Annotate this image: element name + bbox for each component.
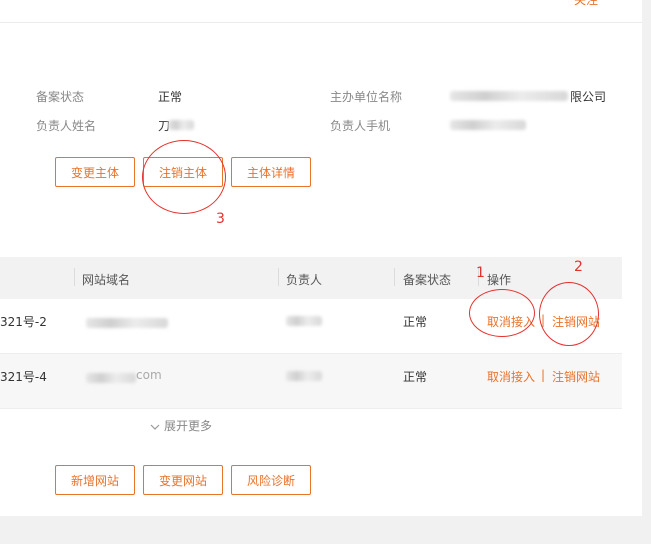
top-strip: 关注 xyxy=(0,0,642,23)
expand-more-label: 展开更多 xyxy=(164,419,213,433)
annotation-number-1: 1 xyxy=(476,265,485,281)
change-site-button[interactable]: 变更网站 xyxy=(143,465,223,495)
column-divider xyxy=(394,268,395,286)
expand-more-button[interactable]: 展开更多 xyxy=(150,417,212,434)
col-ops-header: 操作 xyxy=(487,273,512,287)
main-panel: 关注 备案状态 正常 负责人姓名 刀 主办单位名称 限公司 负责人手机 变更主体… xyxy=(0,0,642,516)
record-id: 321号-2 xyxy=(0,315,47,329)
col-owner-header: 负责人 xyxy=(286,273,323,287)
redaction-blur xyxy=(450,120,526,130)
add-site-button[interactable]: 新增网站 xyxy=(55,465,135,495)
annotation-circle-3 xyxy=(142,140,226,214)
chevron-down-icon xyxy=(150,424,160,430)
column-divider xyxy=(74,268,75,286)
annotation-circle-2 xyxy=(539,282,599,346)
op-separator: | xyxy=(541,368,546,382)
redaction-blur xyxy=(86,373,136,383)
status-label: 备案状态 xyxy=(36,90,85,104)
redaction-blur xyxy=(286,371,322,381)
redaction-blur xyxy=(286,316,322,326)
col-status-header: 备案状态 xyxy=(403,273,452,287)
annotation-number-3: 3 xyxy=(216,211,225,227)
phone-label: 负责人手机 xyxy=(330,119,391,133)
column-divider xyxy=(278,268,279,286)
cancel-site-link[interactable]: 注销网站 xyxy=(552,368,600,385)
redaction-blur xyxy=(168,120,194,130)
top-link[interactable]: 关注 xyxy=(574,0,598,8)
change-subject-button[interactable]: 变更主体 xyxy=(55,157,135,187)
org-label: 主办单位名称 xyxy=(330,90,403,104)
col-domain-header: 网站域名 xyxy=(82,273,131,287)
org-value: 限公司 xyxy=(570,90,607,104)
cancel-access-link[interactable]: 取消接入 xyxy=(487,368,535,385)
redaction-blur xyxy=(450,91,568,101)
status-value: 正常 xyxy=(403,370,428,384)
annotation-circle-1 xyxy=(469,289,535,337)
annotation-number-2: 2 xyxy=(574,259,583,275)
domain-value: com xyxy=(136,368,162,382)
risk-diagnosis-button[interactable]: 风险诊断 xyxy=(231,465,311,495)
owner-label: 负责人姓名 xyxy=(36,119,97,133)
redaction-blur xyxy=(86,318,168,328)
status-value: 正常 xyxy=(403,315,428,329)
status-value: 正常 xyxy=(158,90,183,104)
subject-detail-button[interactable]: 主体详情 xyxy=(231,157,311,187)
record-id: 321号-4 xyxy=(0,370,47,384)
